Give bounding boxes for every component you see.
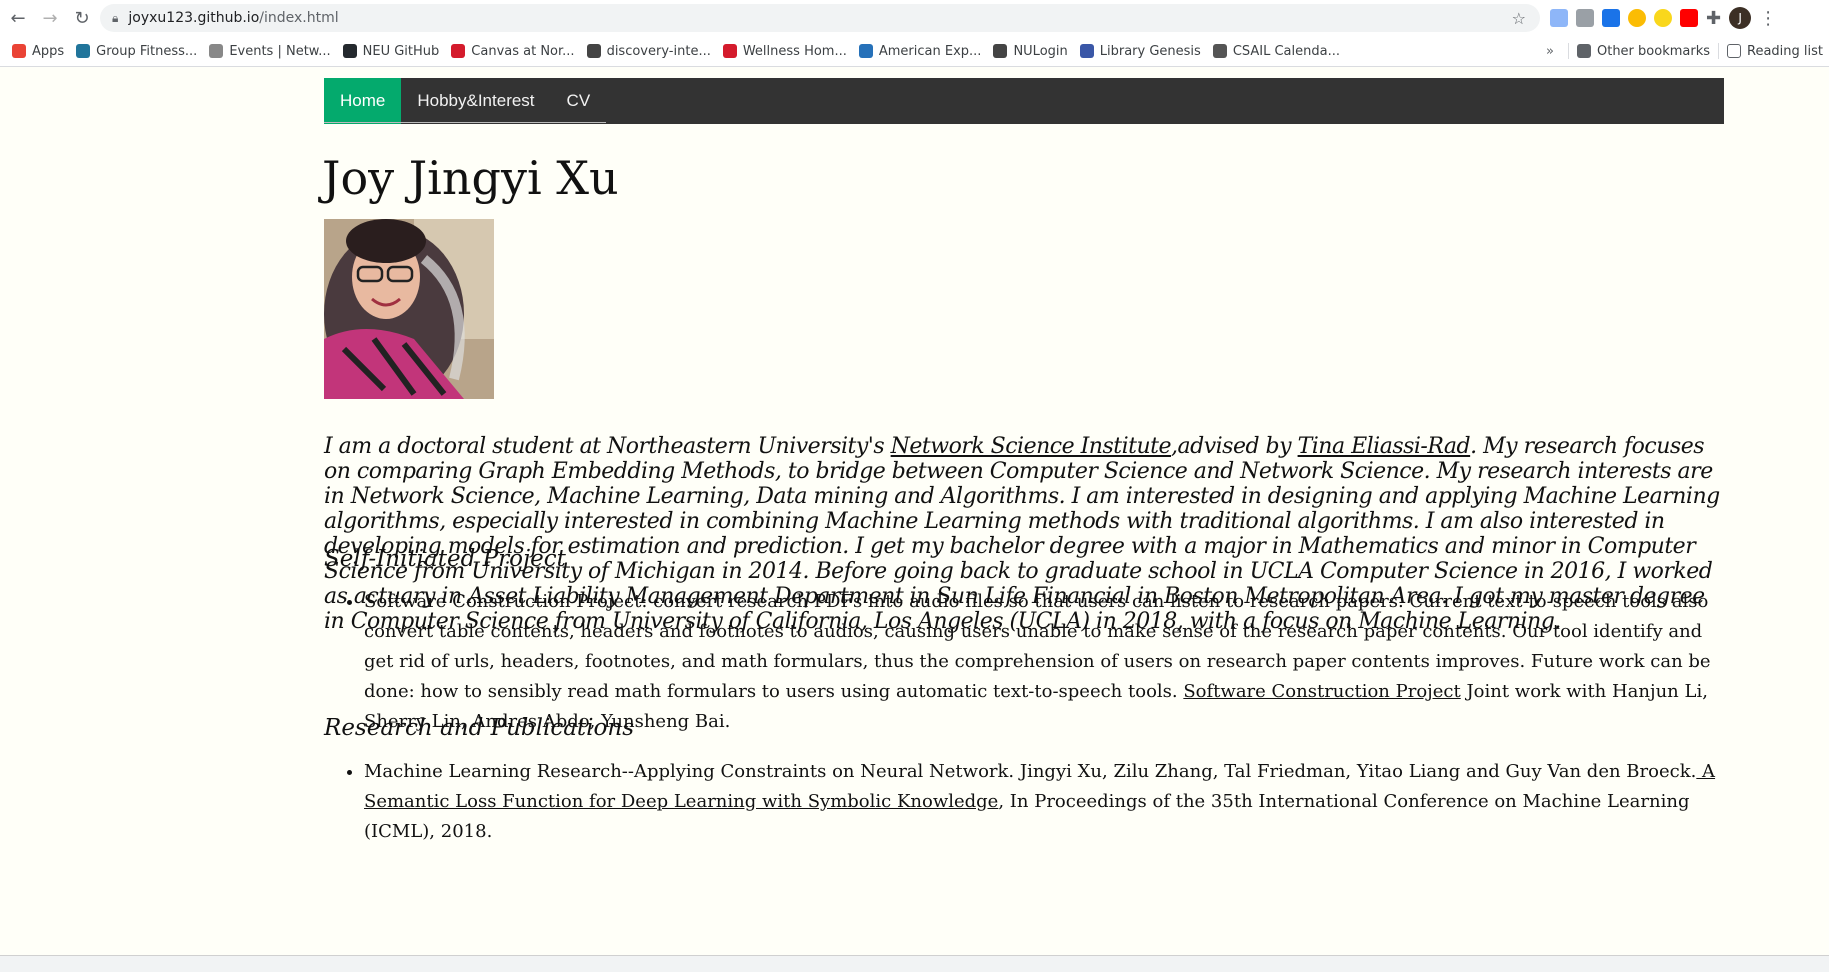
reading-list[interactable]: Reading list — [1727, 44, 1823, 59]
favicon-icon — [76, 44, 91, 58]
nav-cv[interactable]: CV — [551, 78, 607, 124]
browser-toolbar: ← → ↻ 🔒︎ joyxu123.github.io/index.html ☆… — [0, 0, 1829, 37]
section-heading-research: Research and Publications — [324, 715, 634, 741]
address-bar[interactable]: 🔒︎ joyxu123.github.io/index.html ☆ — [100, 4, 1540, 32]
forward-icon[interactable]: → — [36, 4, 64, 32]
bookmark-item[interactable]: Library Genesis — [1079, 43, 1201, 59]
bookmark-label: American Exp... — [878, 43, 982, 59]
bookmark-item[interactable]: CSAIL Calenda... — [1212, 43, 1340, 59]
bio-text-1: I am a doctoral student at Northeastern … — [324, 434, 891, 459]
bookmarks-overflow-chevron[interactable]: » — [1546, 44, 1554, 59]
extensions-area: ✚ J ⋮ — [1550, 6, 1777, 30]
nav-home[interactable]: Home — [324, 78, 402, 124]
bookmark-label: discovery-inte... — [606, 43, 711, 59]
url-host: joyxu123.github.io — [128, 10, 260, 26]
docs-extension-icon[interactable] — [1550, 9, 1568, 27]
publication-text: Machine Learning Research--Applying Cons… — [364, 761, 1697, 782]
divider — [1567, 43, 1569, 59]
favicon-icon — [209, 44, 224, 58]
favicon-icon — [451, 44, 466, 58]
tab-extension-icon[interactable] — [1576, 9, 1594, 27]
reload-icon[interactable]: ↻ — [68, 4, 96, 32]
apps-grid-icon — [12, 44, 26, 58]
bookmark-item[interactable]: NEU GitHub — [342, 43, 440, 59]
nav-hobby-interest[interactable]: Hobby&Interest — [401, 78, 550, 124]
bookmarks-bar: Apps Group Fitness... Events | Netw... NEU … — [0, 36, 1829, 67]
bookmark-label: Canvas at Nor... — [471, 43, 575, 59]
folder-icon — [1576, 44, 1591, 58]
page: Home Hobby&Interest CV Joy Jingyi Xu I a… — [0, 67, 1829, 955]
bookmark-item[interactable]: Apps — [12, 44, 64, 59]
bookmark-label: Apps — [32, 43, 65, 59]
bookmark-item[interactable]: Canvas at Nor... — [451, 43, 575, 59]
bookmark-label: CSAIL Calenda... — [1232, 43, 1340, 59]
favicon-icon — [993, 44, 1008, 58]
divider — [1718, 43, 1719, 59]
bio-text-2: ,advised by — [1171, 434, 1298, 459]
bookmark-item[interactable]: NULogin — [993, 43, 1068, 59]
favicon-icon — [586, 44, 601, 58]
advisor-link[interactable]: Tina Eliassi-Rad — [1298, 434, 1471, 459]
back-icon[interactable]: ← — [4, 4, 32, 32]
favicon-icon — [722, 44, 737, 58]
lock-icon: 🔒︎ — [112, 10, 119, 25]
other-bookmarks-label: Other bookmarks — [1596, 43, 1710, 59]
nav-underline — [324, 122, 606, 123]
bookmark-label: Events | Netw... — [229, 43, 331, 59]
network-science-institute-link[interactable]: Network Science Institute — [891, 434, 1172, 459]
avatar[interactable]: J — [1729, 7, 1752, 29]
favicon-icon — [1212, 44, 1227, 58]
url-path: /index.html — [259, 10, 339, 26]
bookmark-label: Group Fitness... — [96, 43, 198, 59]
bookmark-item[interactable]: Events | Netw... — [209, 43, 331, 59]
software-construction-project-link[interactable]: Software Construction Project — [1183, 681, 1460, 702]
radiation-extension-icon[interactable] — [1654, 9, 1672, 27]
bookmark-label: Library Genesis — [1099, 43, 1201, 59]
page-title: Joy Jingyi Xu — [322, 151, 619, 205]
bookmark-star-icon[interactable]: ☆ — [1512, 9, 1526, 28]
menu-icon[interactable]: ⋮ — [1759, 8, 1777, 29]
bookmark-item[interactable]: American Exp... — [858, 43, 982, 59]
favicon-icon — [1079, 44, 1094, 58]
list-item: Machine Learning Research--Applying Cons… — [364, 757, 1724, 847]
horizontal-scrollbar[interactable] — [0, 955, 1829, 972]
bookmark-label: Wellness Hom... — [742, 43, 847, 59]
reading-list-label: Reading list — [1747, 43, 1823, 59]
section-heading-project: Self-Initiated Project — [324, 546, 566, 572]
puzzle-icon[interactable]: ✚ — [1706, 8, 1721, 29]
publications-list: Machine Learning Research--Applying Cons… — [324, 757, 1724, 847]
bookmark-item[interactable]: Wellness Hom... — [722, 43, 847, 59]
bookmarks-right: » Other bookmarks Reading list — [1546, 36, 1829, 66]
cap-extension-icon[interactable] — [1602, 9, 1620, 27]
bookmark-label: NULogin — [1013, 43, 1068, 59]
bookmark-item[interactable]: discovery-inte... — [586, 43, 711, 59]
chrome-extension-icon[interactable] — [1628, 9, 1646, 27]
bookmark-label: NEU GitHub — [362, 43, 440, 59]
reading-list-icon — [1727, 44, 1741, 58]
profile-photo — [324, 219, 494, 399]
favicon-icon — [858, 44, 873, 58]
other-bookmarks[interactable]: Other bookmarks — [1576, 43, 1710, 59]
bookmark-item[interactable]: Group Fitness... — [76, 44, 197, 59]
topnav: Home Hobby&Interest CV — [324, 78, 1724, 124]
youtube-extension-icon[interactable] — [1680, 9, 1698, 27]
favicon-icon — [342, 44, 357, 58]
